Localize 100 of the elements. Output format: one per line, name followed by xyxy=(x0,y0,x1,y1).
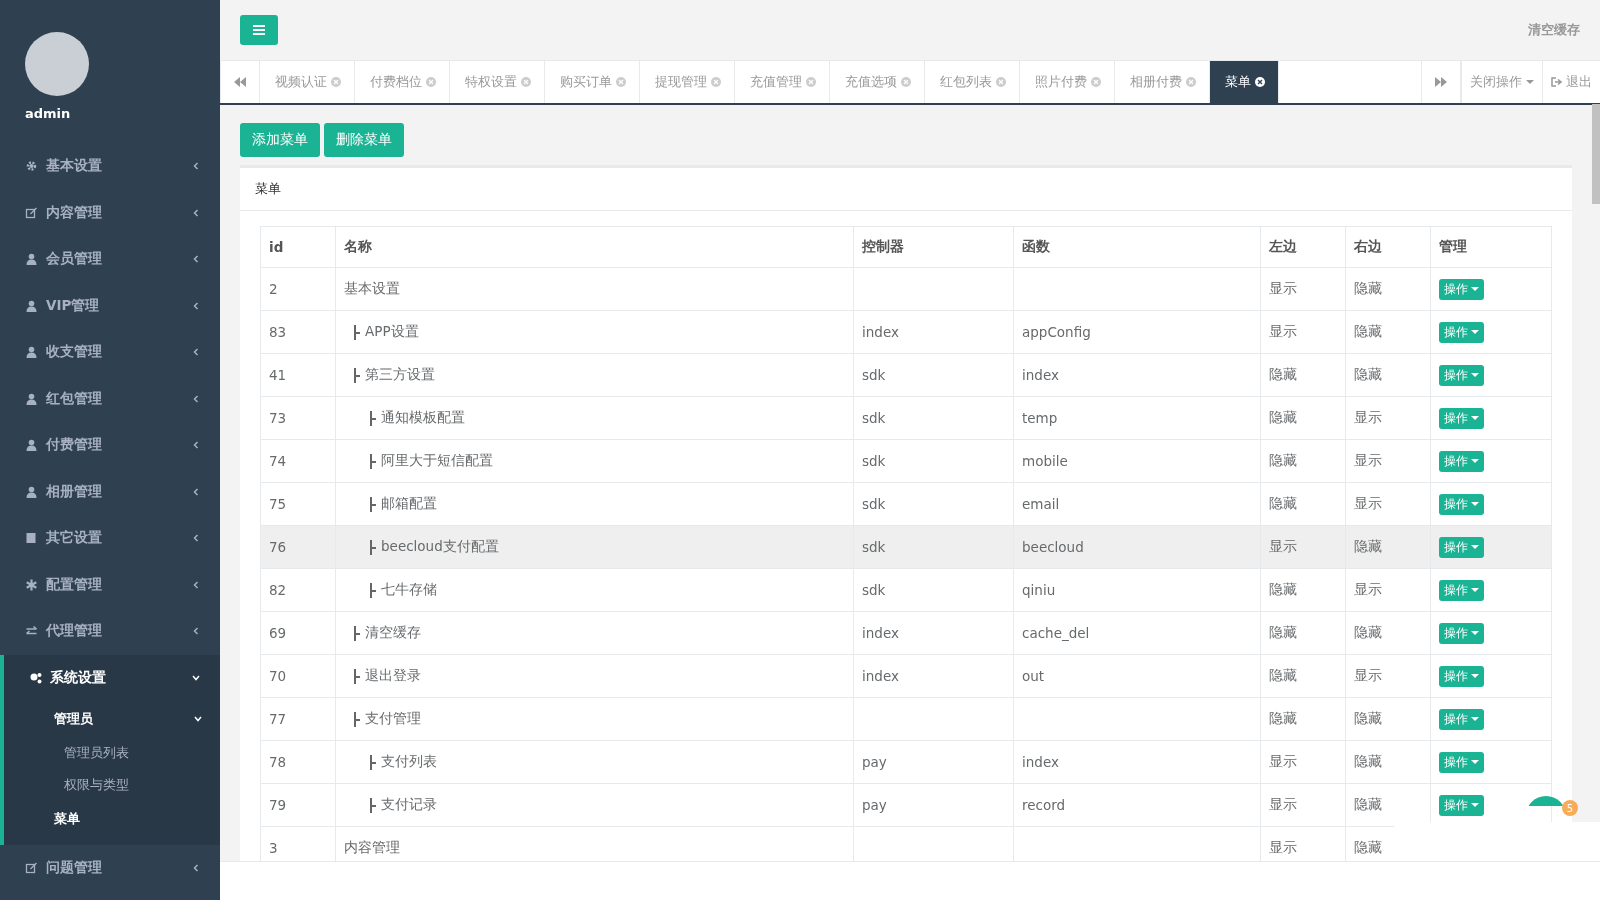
clear-cache-link[interactable]: 清空缓存 xyxy=(1528,21,1580,39)
panel-title: 菜单 xyxy=(255,180,281,198)
sidebar-item[interactable]: 会员管理 xyxy=(0,236,220,283)
table-row[interactable]: 79 支付记录 pay record 显示 隐藏 操作 xyxy=(260,783,1552,827)
close-icon[interactable] xyxy=(1255,77,1265,87)
actions-dropdown[interactable]: 操作 xyxy=(1439,665,1484,687)
table-cell: qiniu xyxy=(1013,568,1261,612)
table-cell: 支付记录 xyxy=(381,796,437,814)
table-cell: 75 xyxy=(260,482,336,526)
table-row[interactable]: 75 邮箱配置 sdk email 隐藏 显示 操作 xyxy=(260,482,1552,526)
sidebar-subitem[interactable]: 管理员列表 xyxy=(4,737,220,769)
table-row[interactable]: 74 阿里大于短信配置 sdk mobile 隐藏 显示 操作 xyxy=(260,439,1552,483)
menu-icon xyxy=(253,25,265,35)
sidebar-item[interactable]: 问题管理 xyxy=(0,845,220,892)
sidebar-item[interactable]: VIP管理 xyxy=(0,282,220,329)
sidebar-item[interactable]: 代理管理 xyxy=(0,608,220,655)
sidebar-item[interactable]: 基本设置 xyxy=(0,143,220,190)
actions-dropdown[interactable]: 操作 xyxy=(1439,536,1484,558)
action-button[interactable]: 删除菜单 xyxy=(324,123,404,157)
table-cell: 显示 xyxy=(1345,482,1431,526)
sidebar-item[interactable]: 系统设置 xyxy=(4,654,220,701)
table-cell: 通知模板配置 xyxy=(381,409,465,427)
actions-dropdown[interactable]: 操作 xyxy=(1439,622,1484,644)
table-cell: 隐藏 xyxy=(1260,611,1346,655)
table-cell: 73 xyxy=(260,396,336,440)
table-cell: 邮箱配置 xyxy=(381,495,437,513)
sidebar-item[interactable]: 收支管理 xyxy=(0,329,220,376)
scroll-left-button[interactable] xyxy=(220,61,260,103)
actions-dropdown[interactable]: 操作 xyxy=(1439,751,1484,773)
table-cell: 隐藏 xyxy=(1345,740,1431,784)
actions-dropdown[interactable]: 操作 xyxy=(1439,794,1484,816)
notification-badge: 5 xyxy=(1562,800,1578,816)
sidebar-item[interactable]: 相册管理 xyxy=(0,468,220,515)
tree-branch-icon xyxy=(370,754,375,770)
actions-dropdown[interactable]: 操作 xyxy=(1439,321,1484,343)
table-row[interactable]: 82 七牛存储 sdk qiniu 隐藏 显示 操作 xyxy=(260,568,1552,612)
table-cell: 隐藏 xyxy=(1345,310,1431,354)
actions-dropdown[interactable]: 操作 xyxy=(1439,708,1484,730)
edit-icon xyxy=(25,862,38,875)
sidebar-item[interactable]: 付费管理 xyxy=(0,422,220,469)
tree-branch-icon xyxy=(370,797,375,813)
table-row[interactable]: 77 支付管理 隐藏 隐藏 操作 xyxy=(260,697,1552,741)
table-cell: sdk xyxy=(853,482,1014,526)
edit-icon xyxy=(25,206,38,219)
sidebar-subitem[interactable]: 菜单 xyxy=(4,801,220,837)
sidebar-subitem[interactable]: 权限与类型 xyxy=(4,769,220,801)
table-row[interactable]: 2 基本设置 显示 隐藏 操作 xyxy=(260,267,1552,311)
table-row[interactable]: 69 清空缓存 index cache_del 隐藏 隐藏 操作 xyxy=(260,611,1552,655)
table-cell: 支付列表 xyxy=(381,753,437,771)
chevron-left-icon xyxy=(192,348,200,357)
table-row[interactable]: 83 APP设置 index appConfig 显示 隐藏 操作 xyxy=(260,310,1552,354)
actions-dropdown[interactable]: 操作 xyxy=(1439,364,1484,386)
sidebar-item[interactable]: 其它设置 xyxy=(0,515,220,562)
page-tab[interactable]: 菜单 xyxy=(1210,61,1279,103)
table-cell: 74 xyxy=(260,439,336,483)
table-cell: 隐藏 xyxy=(1260,654,1346,698)
table-cell: temp xyxy=(1013,396,1261,440)
sidebar-item[interactable]: 配置管理 xyxy=(0,561,220,608)
table-cell: 82 xyxy=(260,568,336,612)
actions-dropdown[interactable]: 操作 xyxy=(1439,450,1484,472)
table-row[interactable]: 41 第三方设置 sdk index 隐藏 隐藏 操作 xyxy=(260,353,1552,397)
table-cell: 隐藏 xyxy=(1260,482,1346,526)
caret-icon xyxy=(1471,502,1479,506)
actions-dropdown[interactable]: 操作 xyxy=(1439,407,1484,429)
sidebar-subitem[interactable]: 管理员 xyxy=(4,701,220,737)
table-row[interactable]: 73 通知模板配置 sdk temp 隐藏 显示 操作 xyxy=(260,396,1552,440)
table-cell: 79 xyxy=(260,783,336,827)
column-header: 函数 xyxy=(1013,226,1261,268)
scroll-right-button[interactable] xyxy=(1421,61,1461,103)
table-row[interactable]: 70 退出登录 index out 隐藏 显示 操作 xyxy=(260,654,1552,698)
column-header: 右边 xyxy=(1345,226,1431,268)
table-cell: index xyxy=(1013,353,1261,397)
table-row[interactable]: 78 支付列表 pay index 显示 隐藏 操作 xyxy=(260,740,1552,784)
tree-branch-icon xyxy=(354,711,359,727)
double-right-icon xyxy=(1435,77,1447,87)
sidebar-item[interactable]: 红包管理 xyxy=(0,375,220,422)
sidebar-item[interactable]: 内容管理 xyxy=(0,189,220,236)
caret-icon xyxy=(1471,760,1479,764)
menu-button[interactable] xyxy=(240,15,278,45)
table-cell: 基本设置 xyxy=(344,280,400,298)
table-cell: 83 xyxy=(260,310,336,354)
table-row[interactable]: 76 beecloud支付配置 sdk beecloud 显示 隐藏 操作 xyxy=(260,525,1552,569)
table-cell: 显示 xyxy=(1260,310,1346,354)
actions-dropdown[interactable]: 操作 xyxy=(1439,278,1484,300)
table-cell: index xyxy=(1013,740,1261,784)
table-cell: 41 xyxy=(260,353,336,397)
table-cell: index xyxy=(853,654,1014,698)
table-cell: APP设置 xyxy=(365,323,419,341)
column-header: 控制器 xyxy=(853,226,1014,268)
actions-dropdown[interactable]: 操作 xyxy=(1439,579,1484,601)
action-button[interactable]: 添加菜单 xyxy=(240,123,320,157)
gears-icon xyxy=(29,671,42,684)
caret-icon xyxy=(1471,674,1479,678)
scrollbar-thumb[interactable] xyxy=(1592,104,1600,204)
chevron-left-icon xyxy=(192,255,200,264)
table-cell: sdk xyxy=(853,396,1014,440)
tree-branch-icon xyxy=(370,496,375,512)
table-cell: appConfig xyxy=(1013,310,1261,354)
table-cell: record xyxy=(1013,783,1261,827)
actions-dropdown[interactable]: 操作 xyxy=(1439,493,1484,515)
